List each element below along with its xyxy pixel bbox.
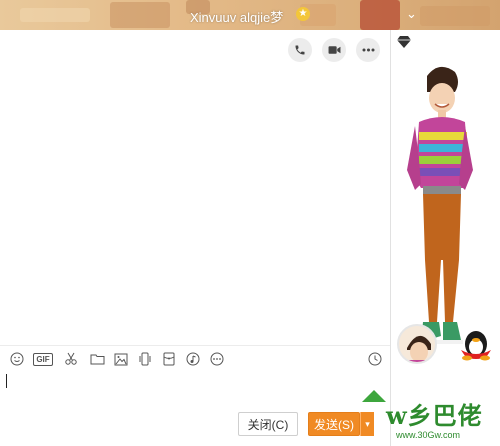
message-input[interactable] [0, 372, 390, 410]
folder-icon [90, 354, 104, 365]
music-button[interactable] [184, 350, 202, 368]
message-history-button[interactable] [366, 350, 384, 368]
contact-avatar[interactable] [397, 324, 437, 364]
red-packet-button[interactable] [160, 350, 178, 368]
title-decoration [110, 2, 170, 28]
avatar-show-figure[interactable] [405, 60, 475, 356]
text-caret [6, 374, 7, 388]
contact-name[interactable]: Xinvuuv alqjie梦 [190, 7, 283, 26]
window-shake-button[interactable] [136, 350, 154, 368]
history-icon [368, 352, 382, 366]
voice-call-button[interactable] [288, 38, 312, 62]
more-icon [362, 48, 374, 52]
watermark-logo-text: w乡巴佬 [386, 401, 483, 430]
more-tools-button[interactable] [208, 350, 226, 368]
qq-penguin-icon[interactable] [457, 328, 495, 362]
title-decoration [20, 8, 90, 22]
chat-window: Xinvuuv alqjie梦 ★ ⌄ GIF 关闭(C) 发送(S) ▾ w乡… [0, 0, 500, 446]
gif-button[interactable]: GIF [32, 350, 54, 368]
input-toolbar: GIF [0, 346, 390, 372]
close-button[interactable]: 关闭(C) [238, 412, 298, 436]
vip-badge-icon[interactable]: ★ [296, 7, 310, 21]
title-decoration [360, 0, 400, 30]
send-file-button[interactable] [88, 350, 106, 368]
watermark-triangle-icon [362, 390, 386, 402]
more-options-button[interactable] [356, 38, 380, 62]
screenshot-button[interactable] [62, 350, 80, 368]
avatar-icon [405, 335, 433, 362]
scissors-icon [65, 352, 77, 365]
diamond-icon[interactable] [397, 36, 411, 48]
doc-icon [163, 352, 175, 366]
chevron-down-icon[interactable]: ⌄ [406, 6, 417, 22]
show-panel [391, 30, 500, 446]
gif-icon: GIF [33, 352, 53, 366]
send-image-button[interactable] [112, 350, 130, 368]
phone-icon [295, 45, 305, 55]
music-icon [186, 352, 200, 366]
video-icon [328, 46, 340, 54]
title-decoration [420, 6, 490, 26]
title-bar: Xinvuuv alqjie梦 ★ ⌄ [0, 0, 500, 30]
send-button[interactable]: 发送(S) [308, 412, 360, 436]
image-icon [114, 353, 128, 365]
watermark-url: www.30Gw.com [396, 430, 461, 440]
site-watermark: w乡巴佬 www.30Gw.com [356, 390, 500, 446]
shake-icon [139, 352, 151, 366]
emoji-icon [10, 352, 24, 366]
more-tools-icon [210, 352, 224, 366]
emoji-button[interactable] [8, 350, 26, 368]
video-call-button[interactable] [322, 38, 346, 62]
